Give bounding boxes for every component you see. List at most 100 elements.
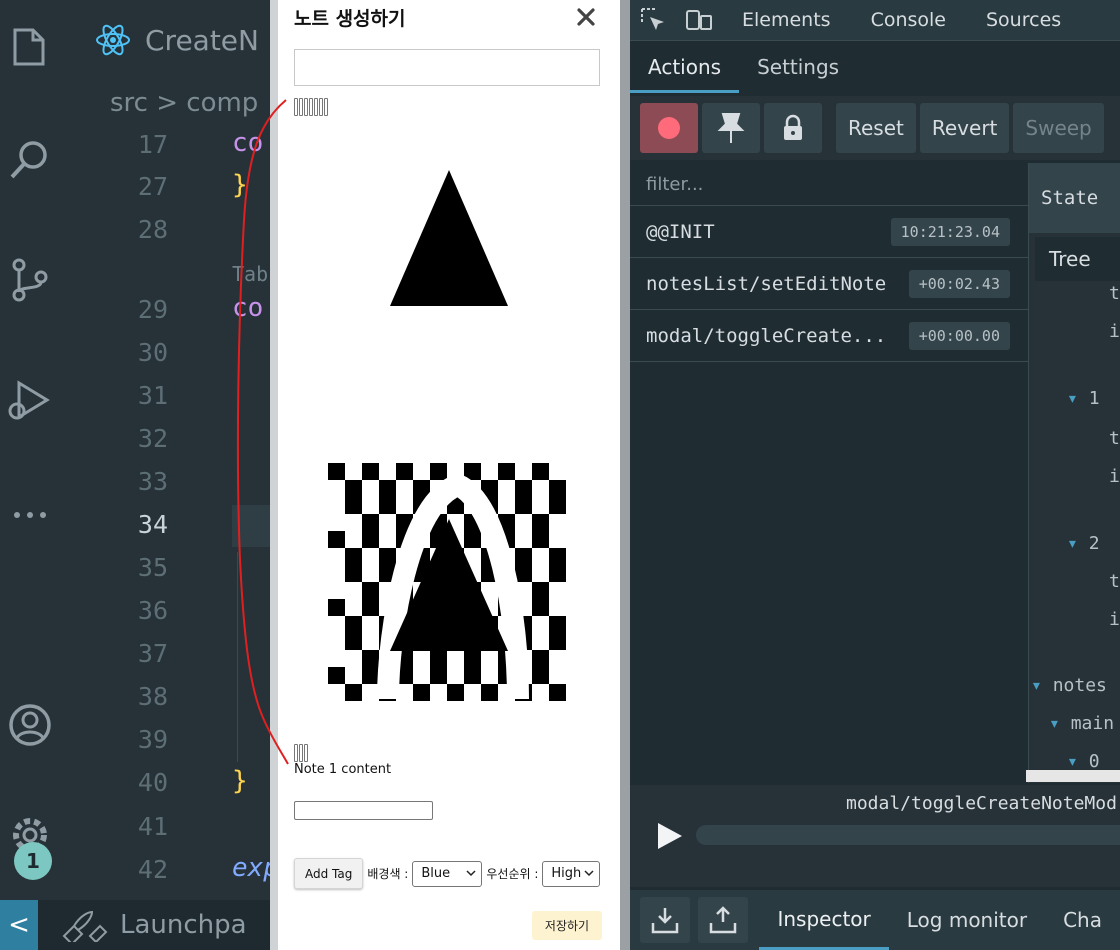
code-text: co bbox=[232, 293, 264, 323]
launchpad-item[interactable]: Launchpa bbox=[58, 908, 247, 942]
tree-node-0[interactable]: ▾ 0 bbox=[1067, 751, 1100, 772]
slider-action-label: modal/toggleCreateNoteMod bbox=[846, 793, 1117, 814]
line-number: 32 bbox=[137, 424, 168, 453]
chevron-down-icon bbox=[584, 870, 594, 877]
lock-button[interactable] bbox=[764, 103, 822, 153]
record-icon bbox=[658, 117, 680, 139]
editor-tab-label: CreateN bbox=[145, 23, 259, 57]
line-number: 42 bbox=[137, 855, 168, 884]
breadcrumb[interactable]: src > comp bbox=[110, 88, 258, 118]
tree-node-2[interactable]: ▾ 2 bbox=[1067, 533, 1100, 554]
code-text: } bbox=[232, 170, 248, 200]
react-icon bbox=[96, 24, 130, 56]
device-toolbar-icon[interactable] bbox=[676, 8, 722, 32]
line-number: 17 bbox=[137, 130, 168, 159]
tree-node-main[interactable]: ▾ main bbox=[1049, 713, 1114, 734]
priority-select[interactable]: High bbox=[542, 860, 601, 887]
import-button[interactable] bbox=[640, 897, 691, 943]
chevron-down-icon bbox=[466, 870, 476, 877]
inspect-element-icon[interactable] bbox=[630, 7, 676, 33]
tab-console[interactable]: Console bbox=[851, 9, 966, 31]
action-name: @@INIT bbox=[646, 220, 715, 243]
editor-toolbar-top[interactable] bbox=[294, 98, 328, 116]
action-row[interactable]: @@INIT 10:21:23.04 bbox=[630, 206, 1028, 258]
redux-devtools: Elements Console Sources Actions Setting… bbox=[620, 0, 1120, 950]
filter-input[interactable]: filter... bbox=[630, 163, 1028, 206]
background-color-select[interactable]: Blue bbox=[412, 860, 483, 887]
rocket-icon bbox=[62, 910, 108, 942]
priority-value: High bbox=[551, 866, 582, 881]
note-title-input[interactable] bbox=[294, 49, 600, 86]
indent-guide bbox=[237, 552, 238, 762]
tab-elements[interactable]: Elements bbox=[722, 9, 851, 31]
line-number: 37 bbox=[137, 639, 168, 668]
record-button[interactable] bbox=[640, 103, 698, 153]
reset-button[interactable]: Reset bbox=[836, 103, 916, 153]
devtools-bottom-bar: Inspector Log monitor Cha bbox=[630, 890, 1120, 950]
slider-area: modal/toggleCreateNoteMod bbox=[630, 785, 1120, 887]
vscode-editor: 1 CreateN src > comp Tab 17 co 27} 28 29 co 30… bbox=[0, 0, 279, 950]
tab-chart[interactable]: Cha bbox=[1045, 892, 1120, 948]
add-tag-button[interactable]: Add Tag bbox=[294, 858, 364, 889]
tree-node-notes[interactable]: ▾ notes bbox=[1031, 675, 1107, 696]
sweep-button[interactable]: Sweep bbox=[1013, 103, 1104, 153]
tab-actions[interactable]: Actions bbox=[630, 44, 740, 93]
status-bar: < Launchpa bbox=[0, 900, 270, 950]
lock-icon bbox=[784, 114, 802, 140]
line-number: 38 bbox=[137, 682, 168, 711]
tree-key: t bbox=[1109, 428, 1120, 449]
priority-label: 우선순위 : bbox=[486, 867, 539, 881]
save-button[interactable]: 저장하기 bbox=[532, 911, 602, 940]
timeline-slider[interactable] bbox=[696, 825, 1120, 845]
tab-sources[interactable]: Sources bbox=[966, 9, 1081, 31]
tab-settings[interactable]: Settings bbox=[739, 44, 857, 90]
create-note-modal: 노트 생성하기 Note 1 content Add Tag 배경색 : Blu… bbox=[270, 0, 620, 950]
more-icon[interactable] bbox=[0, 480, 60, 550]
line-number: 40 bbox=[137, 768, 168, 797]
tab-state[interactable]: State bbox=[1029, 163, 1120, 233]
tab-log-monitor[interactable]: Log monitor bbox=[889, 892, 1045, 948]
devtools-button-row: Reset Revert Sweep bbox=[630, 96, 1120, 160]
action-row[interactable]: notesList/setEditNote +00:02.43 bbox=[630, 258, 1028, 310]
action-time: +00:02.43 bbox=[908, 269, 1010, 298]
launchpad-label: Launchpa bbox=[120, 910, 247, 940]
play-icon[interactable] bbox=[654, 821, 684, 851]
note-content[interactable]: Note 1 content bbox=[294, 762, 391, 777]
remote-indicator[interactable]: < bbox=[0, 900, 38, 950]
editor-tab[interactable]: CreateN bbox=[95, 18, 259, 62]
editor-toolbar-bottom[interactable] bbox=[294, 744, 308, 762]
line-number: 30 bbox=[137, 338, 168, 367]
broken-image-checker-icon bbox=[328, 463, 566, 701]
background-color-value: Blue bbox=[421, 866, 451, 881]
run-debug-icon[interactable] bbox=[0, 365, 60, 435]
line-number: 28 bbox=[137, 215, 168, 244]
action-name: modal/toggleCreate... bbox=[646, 324, 887, 347]
line-number: 35 bbox=[137, 553, 168, 582]
action-row[interactable]: modal/toggleCreate... +00:00.00 bbox=[630, 310, 1028, 362]
state-panel: State Tree t i ▾ 1 t i ▾ 2 t i ▾ notes ▾… bbox=[1028, 163, 1120, 783]
line-number: 31 bbox=[137, 381, 168, 410]
horizontal-scrollbar[interactable] bbox=[1026, 770, 1120, 782]
account-icon[interactable] bbox=[0, 690, 60, 760]
download-icon bbox=[651, 908, 679, 934]
upload-icon bbox=[709, 906, 737, 934]
tree-key: i bbox=[1109, 321, 1120, 342]
source-control-icon[interactable] bbox=[0, 245, 60, 315]
loading-triangle-icon bbox=[390, 170, 508, 306]
search-icon[interactable] bbox=[0, 125, 60, 195]
revert-button[interactable]: Revert bbox=[919, 103, 1010, 153]
action-time: +00:00.00 bbox=[908, 321, 1010, 350]
close-button[interactable] bbox=[572, 2, 600, 32]
panel-divider[interactable] bbox=[620, 0, 630, 950]
export-button[interactable] bbox=[698, 897, 749, 943]
line-number: 39 bbox=[137, 725, 168, 754]
explorer-icon[interactable] bbox=[0, 10, 60, 80]
pin-button[interactable] bbox=[702, 103, 760, 153]
tree-node-1[interactable]: ▾ 1 bbox=[1067, 388, 1100, 409]
line-number: 27 bbox=[137, 172, 168, 201]
close-icon bbox=[577, 8, 595, 26]
code-text: } bbox=[232, 766, 248, 796]
tab-tree[interactable]: Tree bbox=[1035, 237, 1120, 281]
tab-inspector[interactable]: Inspector bbox=[759, 891, 889, 950]
tag-input[interactable] bbox=[294, 801, 433, 820]
